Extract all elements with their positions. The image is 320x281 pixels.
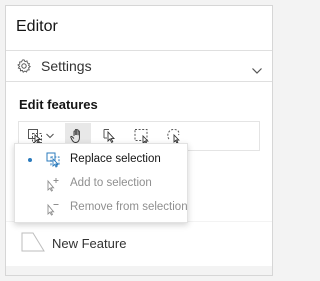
- selected-bullet-icon: [28, 158, 32, 162]
- menu-item-label: Replace selection: [70, 153, 161, 165]
- settings-accordion[interactable]: Settings: [6, 51, 272, 82]
- remove-from-selection-icon: [46, 200, 62, 216]
- menu-item-label: Add to selection: [70, 177, 152, 189]
- replace-selection-icon: [46, 152, 62, 168]
- menu-item-remove-from-selection[interactable]: Remove from selection: [15, 196, 188, 220]
- polygon-feature-icon: [21, 232, 45, 252]
- gear-icon: [17, 59, 31, 73]
- menu-item-label: Remove from selection: [70, 201, 188, 213]
- panel-title: Editor: [16, 18, 58, 35]
- menu-item-replace-selection[interactable]: Replace selection: [15, 148, 187, 172]
- selection-mode-menu: Replace selection Add to selection Remov…: [14, 143, 188, 223]
- feature-name: New Feature: [52, 236, 127, 251]
- editor-header: Editor: [6, 6, 272, 51]
- settings-label: Settings: [41, 58, 92, 74]
- add-to-selection-icon: [46, 176, 62, 192]
- editor-panel: Editor Settings Edit features New Featur…: [5, 5, 273, 276]
- section-title: Edit features: [19, 97, 98, 112]
- menu-item-add-to-selection[interactable]: Add to selection: [15, 172, 187, 196]
- feature-list-item[interactable]: New Feature: [6, 222, 272, 266]
- chevron-down-icon: [45, 132, 55, 140]
- chevron-down-icon: [251, 62, 263, 74]
